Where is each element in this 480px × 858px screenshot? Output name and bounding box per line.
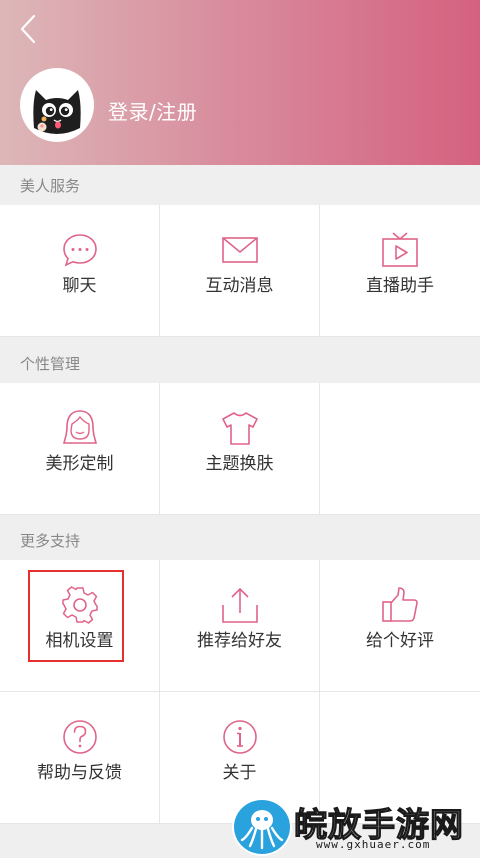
help-circle-icon (62, 720, 97, 754)
theme-skin-button[interactable]: 主题换肤 (160, 383, 320, 515)
back-arrow-icon[interactable] (14, 12, 44, 46)
live-assistant-label: 直播助手 (366, 276, 434, 296)
share-upload-icon (221, 588, 258, 623)
recommend-friend-button[interactable]: 推荐给好友 (160, 560, 320, 692)
watermark-url: www.gxhuaer.com (316, 838, 431, 851)
watermark-logo (232, 798, 292, 856)
recommend-friend-label: 推荐给好友 (197, 631, 282, 651)
beauty-customize-button[interactable]: 美形定制 (0, 383, 160, 515)
face-icon (62, 410, 97, 444)
section-title-beauty-services: 美人服务 (20, 177, 81, 195)
live-assistant-button[interactable]: 直播助手 (320, 205, 480, 337)
chat-bubble-icon (62, 234, 97, 267)
give-rating-button[interactable]: 给个好评 (320, 560, 480, 692)
gear-icon (61, 586, 98, 624)
help-feedback-button[interactable]: 帮助与反馈 (0, 692, 160, 824)
octopus-logo-icon (240, 810, 284, 850)
help-feedback-label: 帮助与反馈 (37, 763, 122, 783)
cat-avatar-icon (33, 90, 81, 134)
section-title-more-support: 更多支持 (20, 532, 81, 550)
envelope-icon (221, 237, 258, 263)
empty-cell (320, 383, 480, 515)
give-rating-label: 给个好评 (366, 631, 434, 651)
chat-button[interactable]: 聊天 (0, 205, 160, 337)
interactive-messages-button[interactable]: 互动消息 (160, 205, 320, 337)
about-label: 关于 (222, 763, 257, 783)
beauty-services-grid: 聊天 互动消息 直播助手 (0, 205, 480, 337)
tv-play-icon (382, 232, 418, 267)
thumbs-up-icon (382, 587, 418, 622)
avatar[interactable] (20, 68, 94, 142)
beauty-customize-label: 美形定制 (45, 454, 114, 474)
personal-management-grid: 美形定制 主题换肤 (0, 383, 480, 515)
info-circle-icon (222, 720, 257, 754)
theme-skin-label: 主题换肤 (205, 454, 274, 474)
watermark: 皖放手游网 www.gxhuaer.com (232, 798, 480, 856)
tshirt-icon (221, 412, 258, 445)
more-support-grid: 相机设置 推荐给好友 给个好评 帮助与反馈 关于 (0, 560, 480, 824)
chat-label: 聊天 (62, 276, 97, 296)
profile-header: 登录/注册 (0, 0, 480, 165)
section-title-personal-management: 个性管理 (20, 355, 81, 373)
login-register-link[interactable]: 登录/注册 (108, 96, 197, 125)
camera-settings-label: 相机设置 (45, 631, 114, 651)
camera-settings-button[interactable]: 相机设置 (0, 560, 160, 692)
interactive-messages-label: 互动消息 (205, 276, 274, 296)
